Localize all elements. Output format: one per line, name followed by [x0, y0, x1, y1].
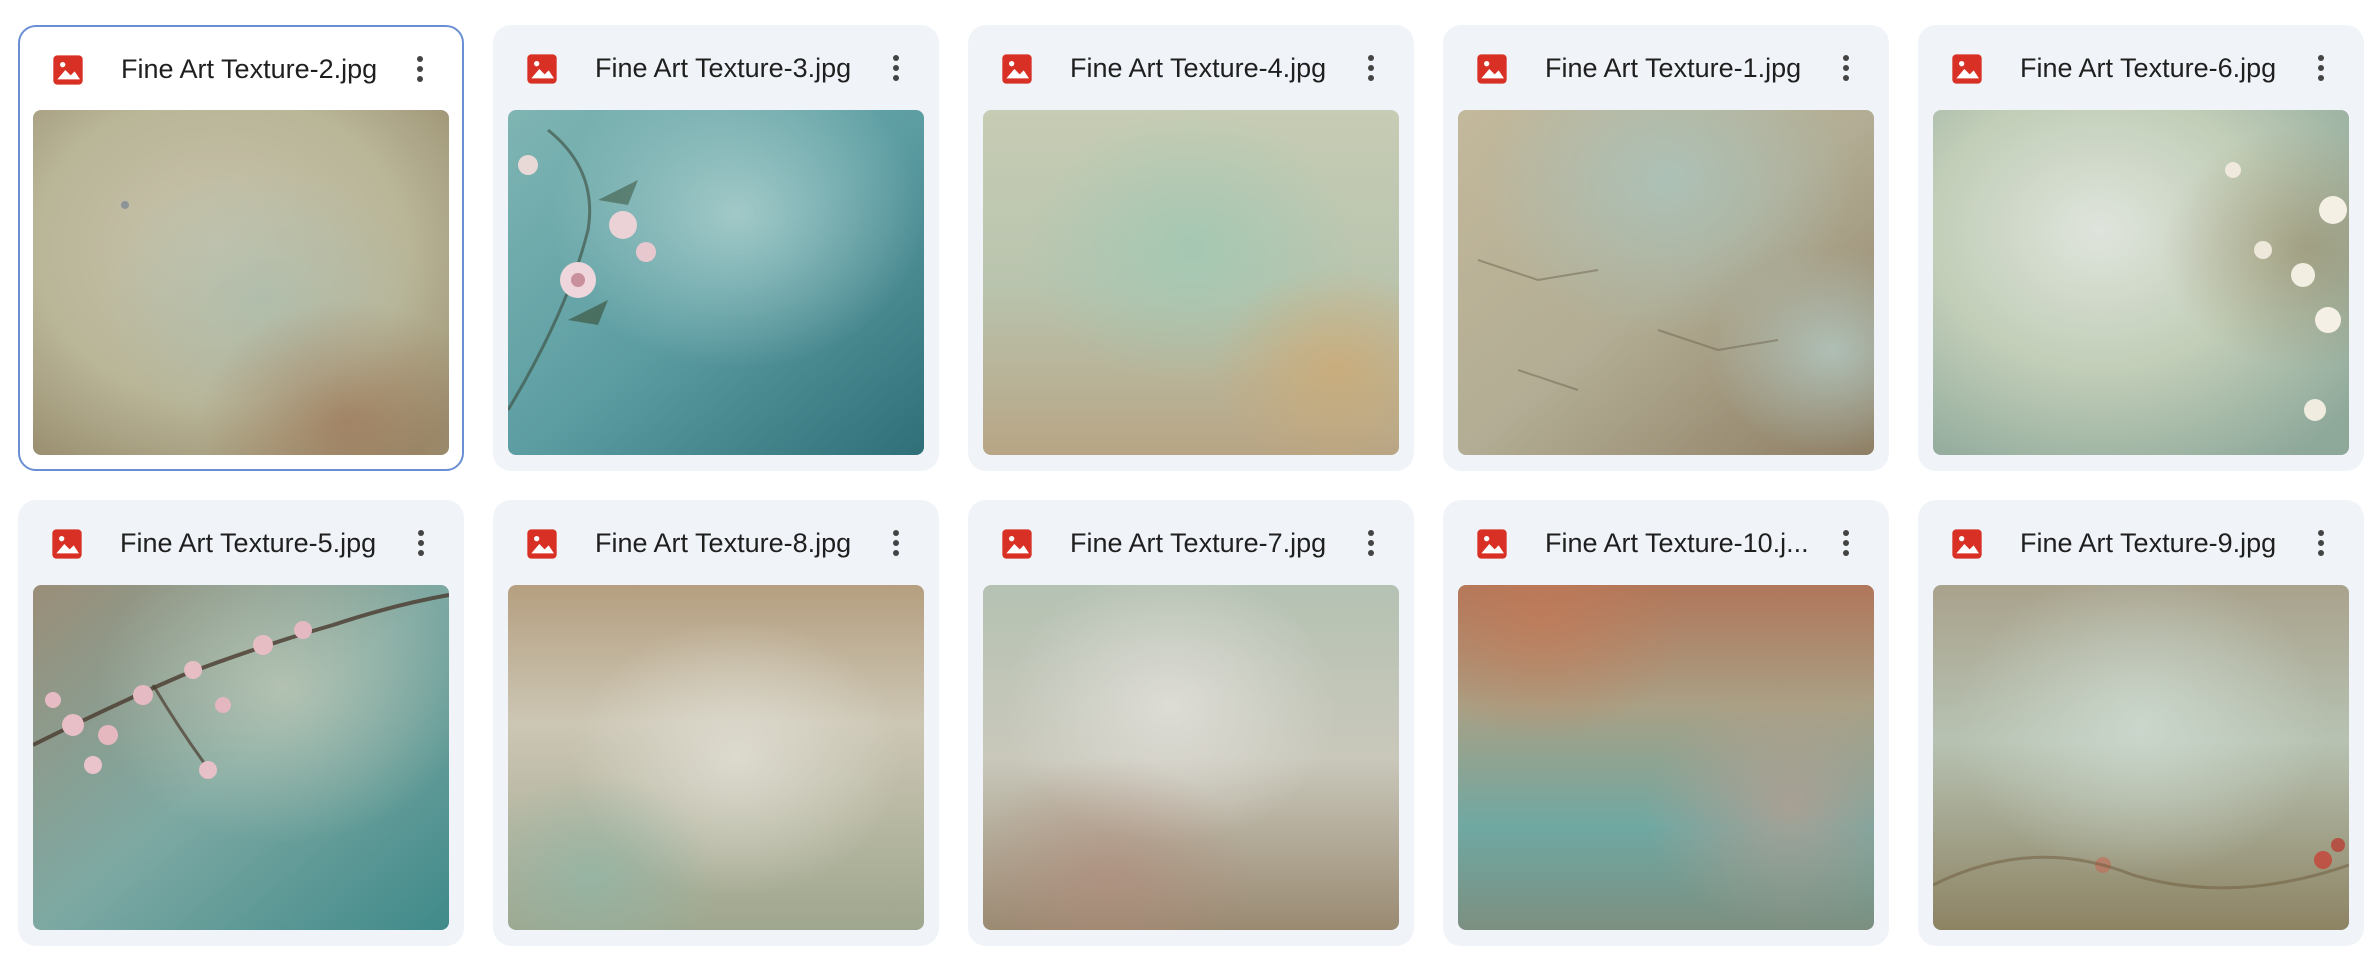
more-options-icon: [417, 56, 423, 82]
image-file-icon: [1952, 529, 1982, 559]
image-file-icon: [1477, 54, 1507, 84]
file-name: Fine Art Texture-4.jpg: [1070, 53, 1327, 83]
file-card-header: Fine Art Texture-2.jpg: [20, 27, 462, 111]
file-card-header: Fine Art Texture-7.jpg: [969, 501, 1413, 585]
file-name: Fine Art Texture-5.jpg: [120, 528, 377, 558]
image-file-icon: [1002, 54, 1032, 84]
file-thumbnail[interactable]: [508, 585, 924, 930]
more-options-icon: [2318, 530, 2324, 556]
file-grid: Fine Art Texture-2.jpg Fine Art Texture-…: [0, 0, 2370, 960]
more-options-icon: [893, 55, 899, 81]
more-options-icon: [1843, 530, 1849, 556]
file-card-header: Fine Art Texture-3.jpg: [494, 26, 938, 110]
more-options-button[interactable]: [2301, 48, 2341, 88]
file-card[interactable]: Fine Art Texture-9.jpg: [1918, 500, 2364, 946]
file-card-header: Fine Art Texture-10.j...: [1444, 501, 1888, 585]
file-thumbnail[interactable]: [33, 585, 449, 930]
more-options-icon: [893, 530, 899, 556]
file-card-header: Fine Art Texture-5.jpg: [19, 501, 463, 585]
file-card[interactable]: Fine Art Texture-7.jpg: [968, 500, 1414, 946]
file-thumbnail[interactable]: [33, 110, 449, 455]
file-thumbnail[interactable]: [1933, 110, 2349, 455]
image-file-icon: [53, 55, 83, 85]
more-options-icon: [1368, 530, 1374, 556]
file-card-header: Fine Art Texture-9.jpg: [1919, 501, 2363, 585]
image-file-icon: [527, 54, 557, 84]
image-file-icon: [527, 529, 557, 559]
more-options-button[interactable]: [876, 523, 916, 563]
file-thumbnail[interactable]: [983, 110, 1399, 455]
image-file-icon: [52, 529, 82, 559]
more-options-icon: [2318, 55, 2324, 81]
image-file-icon: [1952, 54, 1982, 84]
file-name: Fine Art Texture-3.jpg: [595, 53, 852, 83]
more-options-icon: [418, 530, 424, 556]
file-thumbnail[interactable]: [1458, 110, 1874, 455]
file-name: Fine Art Texture-1.jpg: [1545, 53, 1802, 83]
file-card[interactable]: Fine Art Texture-6.jpg: [1918, 25, 2364, 471]
file-name: Fine Art Texture-2.jpg: [121, 54, 378, 84]
file-card[interactable]: Fine Art Texture-3.jpg: [493, 25, 939, 471]
file-name: Fine Art Texture-6.jpg: [2020, 53, 2277, 83]
file-thumbnail[interactable]: [983, 585, 1399, 930]
image-file-icon: [1002, 529, 1032, 559]
more-options-button[interactable]: [1351, 48, 1391, 88]
file-card[interactable]: Fine Art Texture-5.jpg: [18, 500, 464, 946]
file-card[interactable]: Fine Art Texture-1.jpg: [1443, 25, 1889, 471]
file-card[interactable]: Fine Art Texture-4.jpg: [968, 25, 1414, 471]
more-options-button[interactable]: [400, 49, 440, 89]
more-options-button[interactable]: [1351, 523, 1391, 563]
more-options-button[interactable]: [1826, 523, 1866, 563]
file-card-header: Fine Art Texture-1.jpg: [1444, 26, 1888, 110]
more-options-icon: [1843, 55, 1849, 81]
file-thumbnail[interactable]: [1458, 585, 1874, 930]
file-thumbnail[interactable]: [1933, 585, 2349, 930]
more-options-icon: [1368, 55, 1374, 81]
more-options-button[interactable]: [1826, 48, 1866, 88]
file-card[interactable]: Fine Art Texture-10.j...: [1443, 500, 1889, 946]
file-name: Fine Art Texture-7.jpg: [1070, 528, 1327, 558]
image-file-icon: [1477, 529, 1507, 559]
more-options-button[interactable]: [876, 48, 916, 88]
more-options-button[interactable]: [2301, 523, 2341, 563]
file-name: Fine Art Texture-10.j...: [1545, 528, 1809, 558]
file-card[interactable]: Fine Art Texture-2.jpg: [18, 25, 464, 471]
file-name: Fine Art Texture-9.jpg: [2020, 528, 2277, 558]
more-options-button[interactable]: [401, 523, 441, 563]
file-name: Fine Art Texture-8.jpg: [595, 528, 852, 558]
file-card-header: Fine Art Texture-6.jpg: [1919, 26, 2363, 110]
file-card[interactable]: Fine Art Texture-8.jpg: [493, 500, 939, 946]
file-card-header: Fine Art Texture-8.jpg: [494, 501, 938, 585]
file-card-header: Fine Art Texture-4.jpg: [969, 26, 1413, 110]
file-thumbnail[interactable]: [508, 110, 924, 455]
